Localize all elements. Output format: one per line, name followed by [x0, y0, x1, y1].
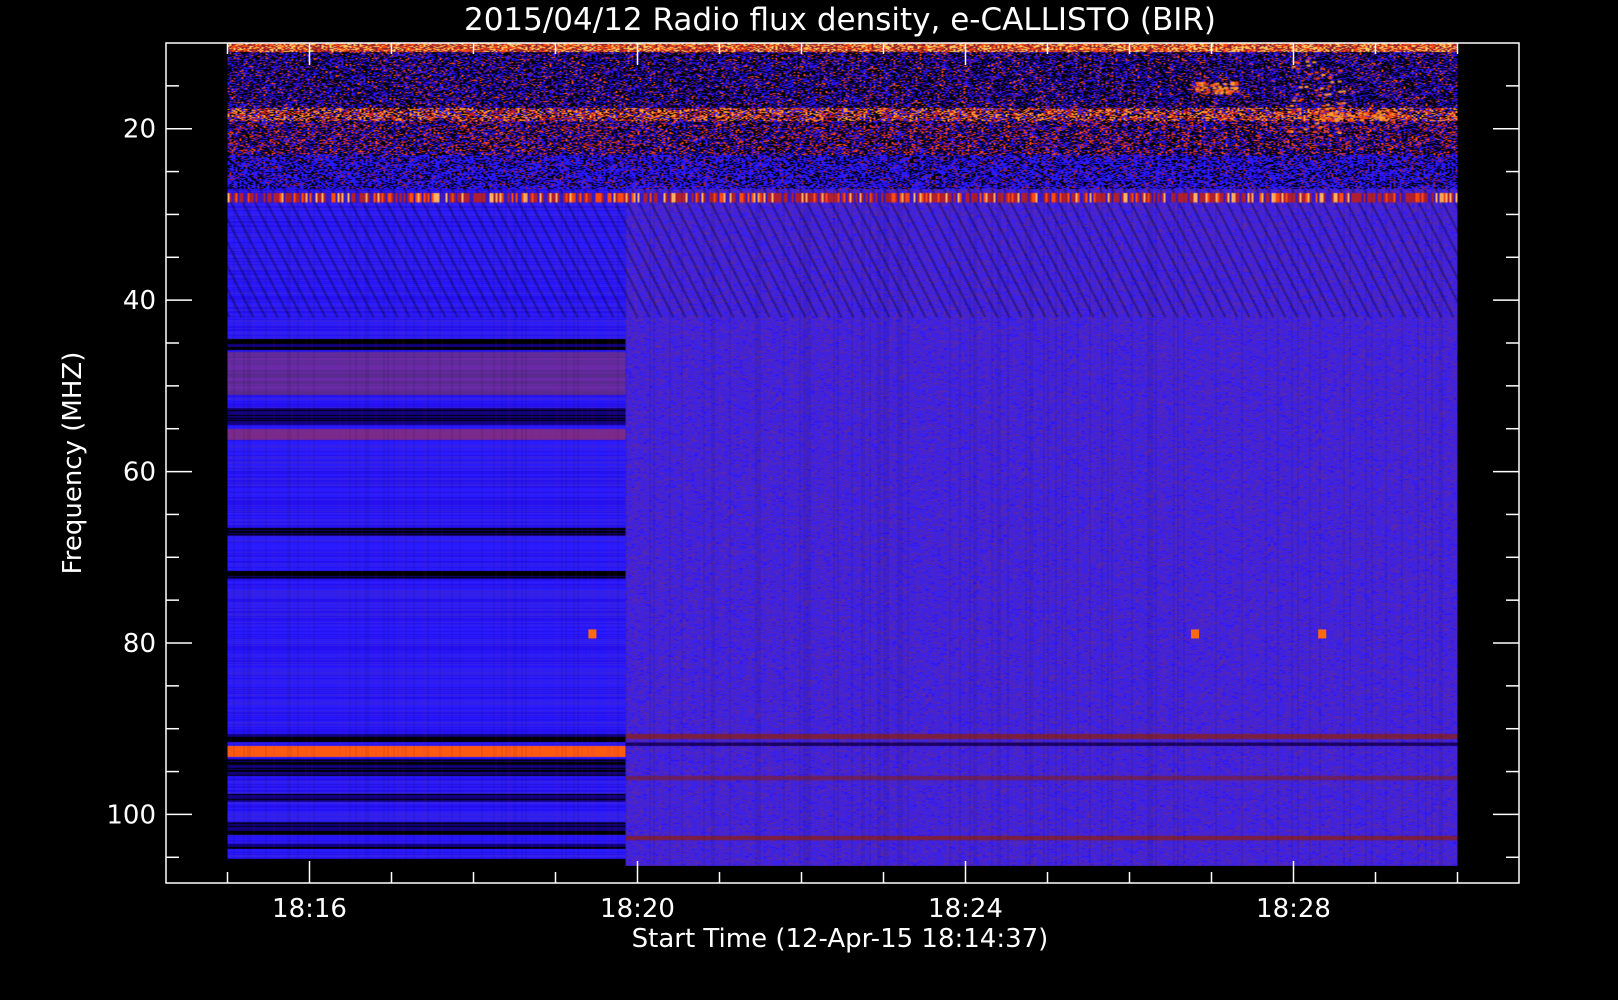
y-tick-label: 100: [106, 800, 156, 830]
heatmap-area: [227, 43, 1458, 866]
burst-spot: [588, 629, 597, 639]
y-axis-label: Frequency (MHZ): [58, 352, 88, 575]
x-tick-label: 18:16: [272, 894, 347, 924]
chart-title: 2015/04/12 Radio flux density, e-CALLIST…: [464, 2, 1216, 38]
y-tick-label: 60: [123, 458, 156, 488]
y-tick-label: 40: [123, 286, 156, 316]
burst-spot: [1318, 629, 1327, 639]
y-tick-label: 20: [123, 115, 156, 145]
y-tick-label: 80: [123, 629, 156, 659]
spectrogram-image: [227, 43, 1458, 866]
burst-spot: [1191, 629, 1200, 639]
spectrogram-chart: 2015/04/12 Radio flux density, e-CALLIST…: [58, 2, 1520, 954]
x-tick-label: 18:28: [1256, 894, 1331, 924]
x-tick-label: 18:24: [928, 894, 1003, 924]
x-axis-label: Start Time (12-Apr-15 18:14:37): [632, 924, 1049, 954]
x-tick-label: 18:20: [600, 894, 675, 924]
